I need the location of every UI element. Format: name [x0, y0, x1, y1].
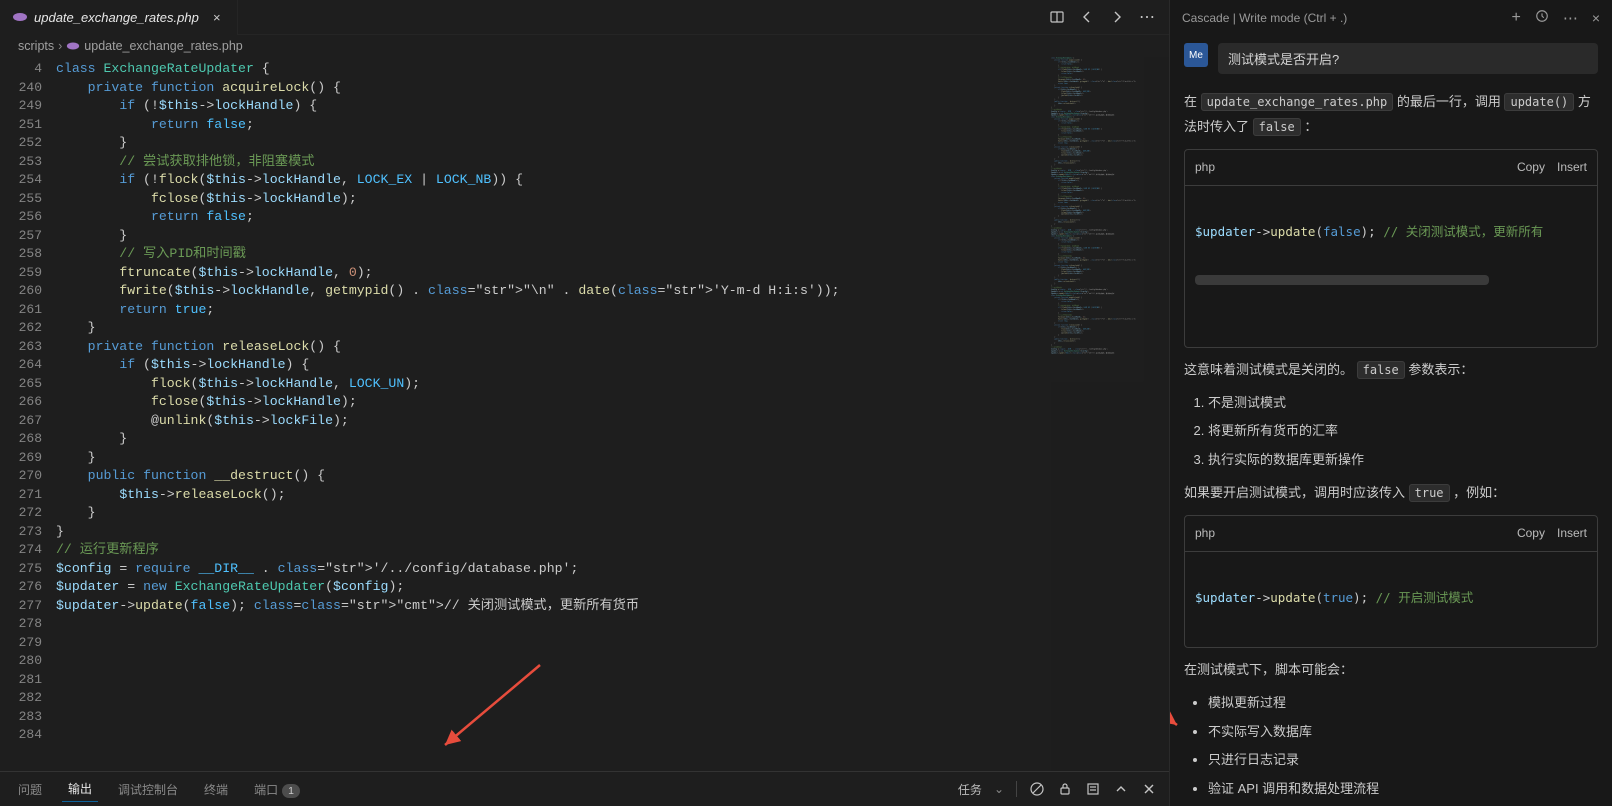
ordered-list: 不是测试模式 将更新所有货币的汇率 执行实际的数据库更新操作	[1184, 391, 1598, 473]
user-message: 测试模式是否开启?	[1218, 43, 1598, 74]
inline-code-value: false	[1253, 118, 1301, 136]
insert-button[interactable]: Insert	[1557, 522, 1587, 545]
code-editor[interactable]: 4240249251252253254255256257258259260261…	[0, 57, 1169, 771]
file-tab[interactable]: update_exchange_rates.php ×	[0, 0, 238, 35]
more-icon[interactable]: ⋯	[1139, 9, 1155, 25]
horizontal-scrollbar[interactable]	[1195, 275, 1489, 285]
inline-code-method: update()	[1504, 93, 1574, 111]
copy-button[interactable]: Copy	[1517, 522, 1545, 545]
more-icon[interactable]: ⋯	[1563, 9, 1578, 27]
cascade-title: Cascade | Write mode (Ctrl + .)	[1182, 11, 1347, 25]
insert-button[interactable]: Insert	[1557, 156, 1587, 179]
list-item: 不是测试模式	[1208, 391, 1598, 416]
cascade-body: Me 测试模式是否开启? 在 update_exchange_rates.php…	[1170, 35, 1612, 806]
code-block: php Copy Insert $updater->update(true); …	[1184, 515, 1598, 648]
php-file-icon	[66, 39, 80, 53]
php-file-icon	[12, 9, 28, 25]
panel-tab-problems[interactable]: 问题	[12, 777, 48, 802]
unordered-list: 模拟更新过程 不实际写入数据库 只进行日志记录 验证 API 调用和数据处理流程	[1184, 691, 1598, 802]
panel-tab-output[interactable]: 输出	[62, 776, 98, 802]
breadcrumb-folder[interactable]: scripts	[18, 39, 54, 53]
lock-scroll-icon[interactable]	[1057, 781, 1073, 797]
close-panel-icon[interactable]	[1141, 781, 1157, 797]
user-avatar: Me	[1184, 43, 1208, 67]
panel-tab-debug[interactable]: 调试控制台	[112, 777, 184, 802]
list-item: 不实际写入数据库	[1208, 720, 1598, 745]
ports-badge: 1	[282, 784, 300, 798]
breadcrumb[interactable]: scripts › update_exchange_rates.php	[0, 35, 1169, 57]
code-lang-label: php	[1195, 156, 1215, 179]
new-chat-button[interactable]: +	[1511, 9, 1520, 27]
list-item: 将更新所有货币的汇率	[1208, 419, 1598, 444]
open-log-icon[interactable]	[1085, 781, 1101, 797]
clear-output-icon[interactable]	[1029, 781, 1045, 797]
assistant-reply: 在 update_exchange_rates.php 的最后一行，调用 upd…	[1184, 90, 1598, 806]
inline-code-file: update_exchange_rates.php	[1201, 93, 1394, 111]
breadcrumb-file[interactable]: update_exchange_rates.php	[84, 39, 242, 53]
copy-button[interactable]: Copy	[1517, 156, 1545, 179]
arrow-left-icon[interactable]	[1079, 9, 1095, 25]
close-cascade-button[interactable]: ×	[1592, 10, 1600, 26]
code-lang-label: php	[1195, 522, 1215, 545]
code-block: php Copy Insert $updater->update(false);…	[1184, 149, 1598, 348]
code-block-content[interactable]: $updater->update(true); // 开启测试模式	[1185, 552, 1597, 647]
split-layout-icon[interactable]	[1049, 9, 1065, 25]
inline-code-value: false	[1357, 361, 1405, 379]
output-channel-selector[interactable]: 任务	[958, 781, 982, 798]
bottom-panel: 问题 输出 调试控制台 终端 端口1 任务 ⌄	[0, 771, 1169, 806]
line-number-gutter: 4240249251252253254255256257258259260261…	[0, 57, 56, 771]
arrow-right-icon[interactable]	[1109, 9, 1125, 25]
editor-actions: ⋯	[1049, 9, 1169, 25]
history-icon[interactable]	[1535, 9, 1549, 26]
tab-bar: update_exchange_rates.php × ⋯	[0, 0, 1169, 35]
tab-close-button[interactable]: ×	[209, 9, 225, 25]
list-item: 执行实际的数据库更新操作	[1208, 448, 1598, 473]
minimap[interactable]: class ExchangeRateUpdater { private func…	[1051, 57, 1169, 771]
list-item: 只进行日志记录	[1208, 748, 1598, 773]
list-item: 模拟更新过程	[1208, 691, 1598, 716]
list-item: 验证 API 调用和数据处理流程	[1208, 777, 1598, 802]
inline-code-value: true	[1409, 484, 1450, 502]
chevron-down-icon[interactable]: ⌄	[994, 782, 1004, 796]
code-block-content[interactable]: $updater->update(false); // 关闭测试模式，更新所有	[1185, 186, 1597, 347]
tab-filename: update_exchange_rates.php	[34, 10, 199, 25]
chevron-right-icon: ›	[58, 39, 62, 53]
expand-panel-icon[interactable]	[1113, 781, 1129, 797]
cascade-header: Cascade | Write mode (Ctrl + .) + ⋯ ×	[1170, 0, 1612, 35]
code-content[interactable]: class ExchangeRateUpdater { private func…	[56, 57, 1051, 771]
panel-tab-terminal[interactable]: 终端	[198, 777, 234, 802]
panel-tab-ports[interactable]: 端口1	[248, 777, 306, 802]
